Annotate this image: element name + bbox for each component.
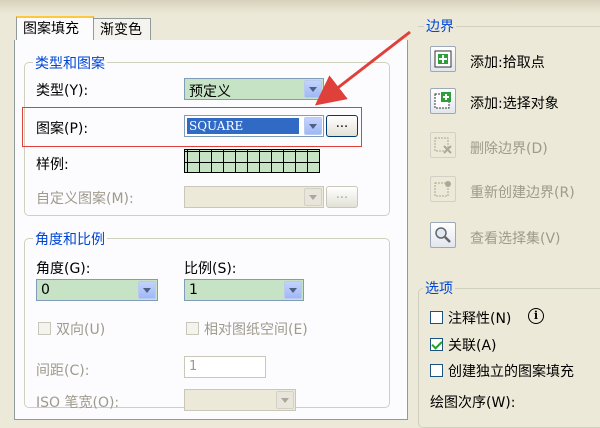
tab-hatch[interactable]: 图案填充 — [16, 16, 94, 40]
annotation-arrow-icon — [314, 30, 411, 106]
